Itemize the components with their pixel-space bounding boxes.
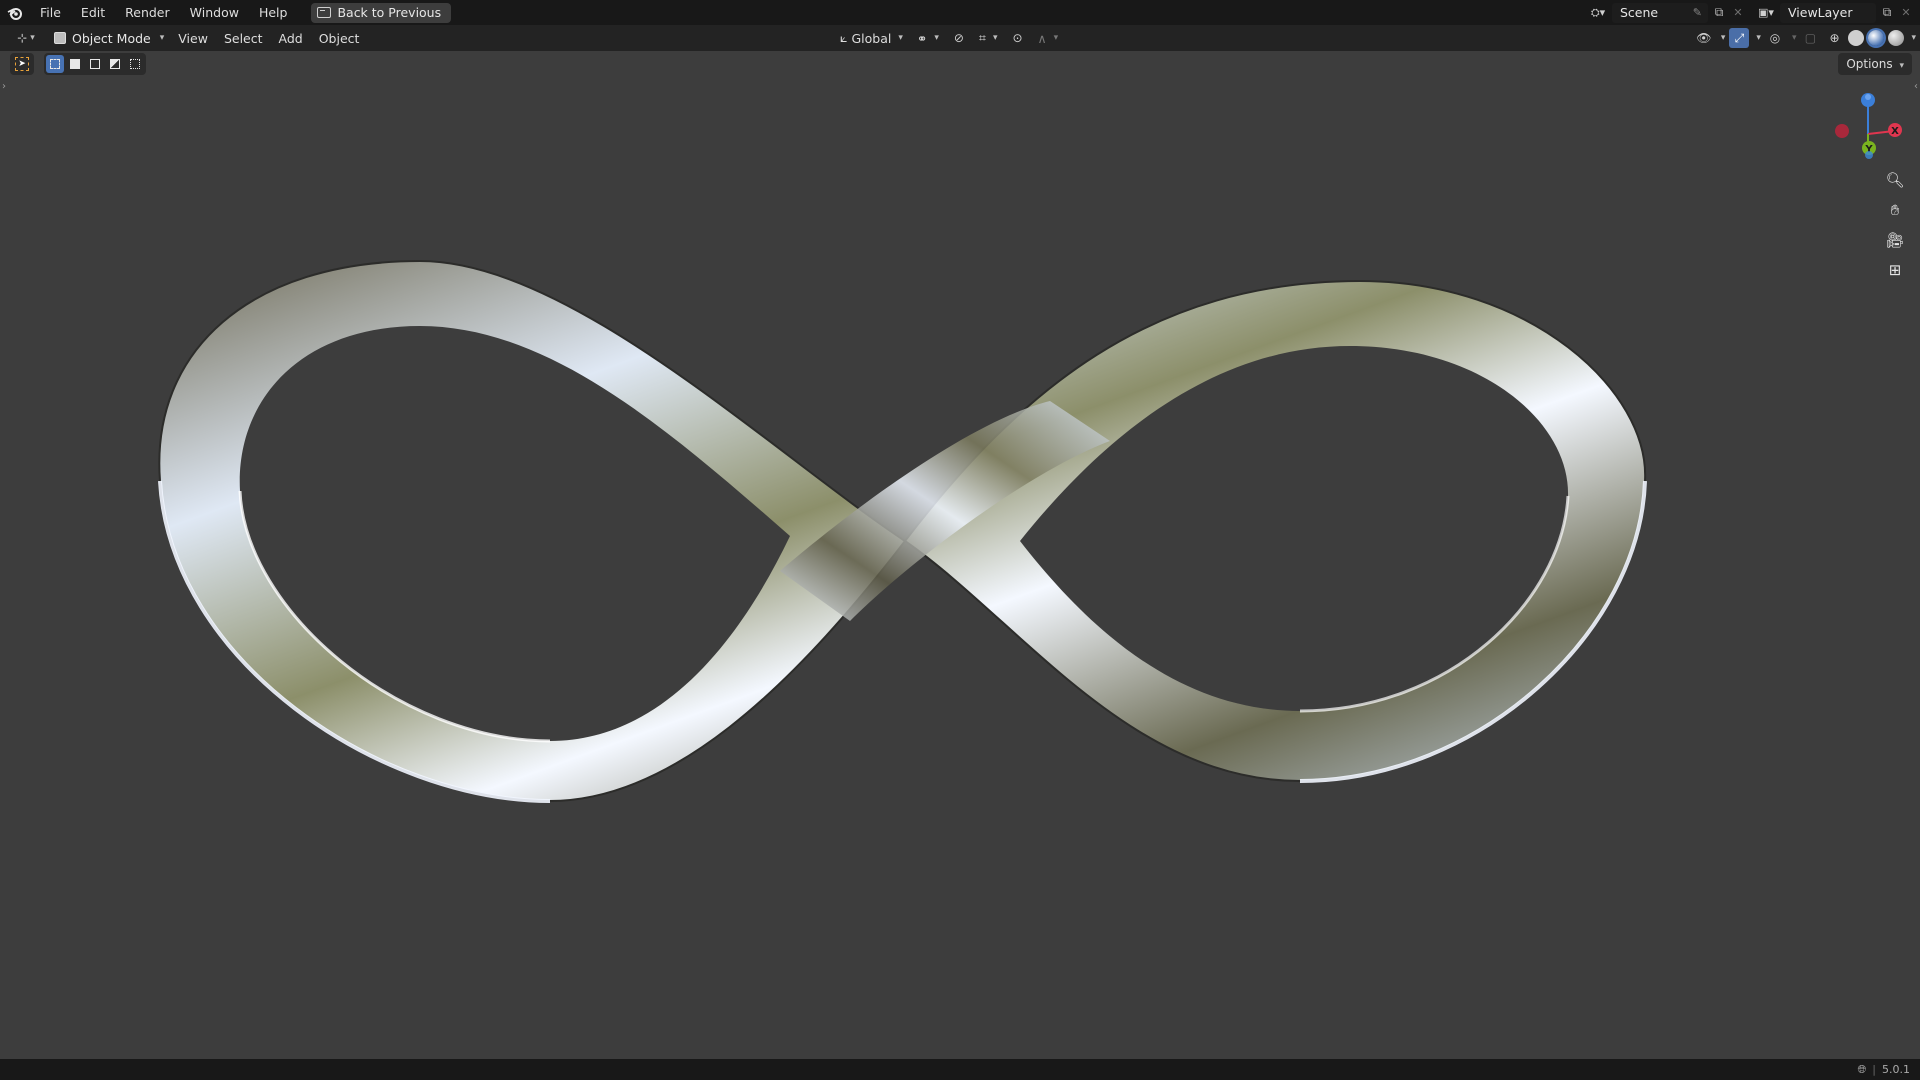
- view-layer-field[interactable]: ViewLayer: [1780, 2, 1876, 23]
- select-invert-button[interactable]: [106, 55, 124, 73]
- separator: |: [1872, 1063, 1876, 1076]
- object-mode-dropdown[interactable]: Object Mode ▾: [48, 28, 170, 48]
- falloff-dropdown[interactable]: ∧ ▾: [1034, 31, 1063, 46]
- menu-select[interactable]: Select: [216, 31, 271, 46]
- pivot-icon: ⚭: [916, 30, 928, 46]
- editor-type-icon[interactable]: ⊹ ▾: [4, 27, 48, 49]
- menu-add[interactable]: Add: [271, 31, 311, 46]
- orientation-icon: ⟀: [840, 30, 848, 45]
- orientation-dropdown[interactable]: ⟀ Global ▾: [836, 30, 907, 46]
- select-intersect-button[interactable]: [126, 55, 144, 73]
- menu-object[interactable]: Object: [311, 31, 368, 46]
- view-layer-icon[interactable]: ▣▾: [1752, 3, 1780, 23]
- chevron-down-icon: ▾: [898, 33, 903, 43]
- select-extend-button[interactable]: [66, 55, 84, 73]
- zoom-icon[interactable]: 🔍︎: [1882, 167, 1908, 193]
- object-mode-label: Object Mode: [72, 30, 151, 46]
- scene-name: Scene: [1620, 4, 1659, 20]
- status-bar: 🌐︎ | 5.0.1: [0, 1059, 1920, 1080]
- grid-icon[interactable]: ⊞: [1882, 257, 1908, 283]
- rendered-shading-button[interactable]: [1888, 30, 1905, 46]
- visibility-dropdown[interactable]: 👁: [1694, 28, 1714, 48]
- menu-help[interactable]: Help: [249, 0, 298, 25]
- menu-view[interactable]: View: [170, 31, 216, 46]
- back-to-previous-button[interactable]: Back to Previous: [311, 2, 452, 23]
- x-axis-label: X: [1891, 126, 1899, 137]
- proportional-edit-toggle[interactable]: ⊙: [1008, 28, 1028, 48]
- version-label: 5.0.1: [1882, 1063, 1910, 1076]
- select-subtract-button[interactable]: [86, 55, 104, 73]
- wireframe-shading-button[interactable]: ⊕: [1824, 28, 1844, 48]
- select-new-button[interactable]: [46, 55, 64, 73]
- new-scene-button[interactable]: ⧉: [1708, 3, 1730, 23]
- back-icon: [317, 7, 332, 18]
- options-dropdown[interactable]: Options ▾: [1838, 53, 1912, 75]
- menu-edit[interactable]: Edit: [71, 0, 115, 25]
- toolbar-expand-arrow[interactable]: ›: [2, 81, 6, 92]
- pin-icon[interactable]: ✎: [1693, 3, 1702, 23]
- navigation-gizmo[interactable]: X Y: [1828, 89, 1908, 169]
- overlay-toggle[interactable]: ◎: [1765, 28, 1785, 48]
- scene-icon[interactable]: ⛭▾: [1584, 3, 1612, 23]
- viewport-header: ⊹ ▾ Object Mode ▾ View Select Add Object …: [0, 25, 1920, 51]
- tool-settings: ➤: [10, 53, 146, 75]
- version-info: 🌐︎ | 5.0.1: [1857, 1059, 1910, 1080]
- hand-pan-icon[interactable]: ✋︎: [1882, 197, 1908, 223]
- transform-controls: ⟀ Global ▾ ⚭ ▾ ⊘ ⌗ ▾ ⊙ ∧ ▾: [836, 25, 1062, 51]
- orientation-label: Global: [851, 30, 892, 46]
- chevron-down-icon: ▾: [1899, 61, 1904, 71]
- delete-scene-button[interactable]: ✕: [1730, 3, 1746, 23]
- neg-x-axis-handle[interactable]: [1835, 124, 1849, 138]
- snap-toggle[interactable]: ⊘: [949, 28, 969, 48]
- blender-logo-icon[interactable]: [0, 0, 30, 25]
- scene-name-field[interactable]: Scene ✎: [1612, 2, 1708, 23]
- menu-window[interactable]: Window: [180, 0, 249, 25]
- globe-icon: 🌐︎: [1857, 1063, 1867, 1076]
- delete-view-layer-button[interactable]: ✕: [1898, 3, 1914, 23]
- cursor-tool-icon[interactable]: ➤: [10, 53, 34, 75]
- top-bar: File Edit Render Window Help Back to Pre…: [0, 0, 1920, 25]
- infinity-object[interactable]: [150, 241, 1660, 821]
- new-view-layer-button[interactable]: ⧉: [1876, 3, 1898, 23]
- view-layer-name: ViewLayer: [1788, 4, 1853, 20]
- 3d-viewport[interactable]: ➤ Options ▾ › ‹ X Y 🔍︎ ✋︎ 🎥︎ ⊞: [0, 51, 1920, 1059]
- material-preview-button[interactable]: [1868, 30, 1885, 46]
- snap-target-dropdown[interactable]: ⌗ ▾: [975, 30, 1002, 46]
- solid-shading-button[interactable]: [1848, 30, 1865, 46]
- object-mode-icon: [54, 32, 66, 44]
- gizmo-toggle[interactable]: ⤢: [1729, 28, 1750, 48]
- workspace-selectors: ⛭▾ Scene ✎ ⧉ ✕ ▣▾ ViewLayer ⧉ ✕: [1584, 0, 1920, 25]
- sidebar-expand-arrow[interactable]: ‹: [1914, 81, 1918, 92]
- xray-toggle[interactable]: ▢: [1800, 28, 1820, 48]
- pivot-dropdown[interactable]: ⚭ ▾: [913, 31, 943, 46]
- viewport-display-controls: 👁 ▾ ⤢ ▾ ◎ ▾ ▢ ⊕ ▾: [1694, 25, 1916, 51]
- menu-file[interactable]: File: [30, 0, 71, 25]
- falloff-icon: ∧: [1037, 30, 1047, 46]
- options-label: Options: [1846, 57, 1893, 71]
- back-to-previous-label: Back to Previous: [337, 5, 442, 20]
- menu-render[interactable]: Render: [115, 0, 180, 25]
- view-layer-selector: ▣▾ ViewLayer ⧉ ✕: [1752, 2, 1914, 23]
- chevron-down-icon: ▾: [159, 33, 165, 43]
- snap-icon: ⌗: [978, 30, 986, 45]
- scene-selector: ⛭▾ Scene ✎ ⧉ ✕: [1584, 2, 1746, 23]
- camera-icon[interactable]: 🎥︎: [1882, 227, 1908, 253]
- selection-mode-group: [44, 53, 146, 75]
